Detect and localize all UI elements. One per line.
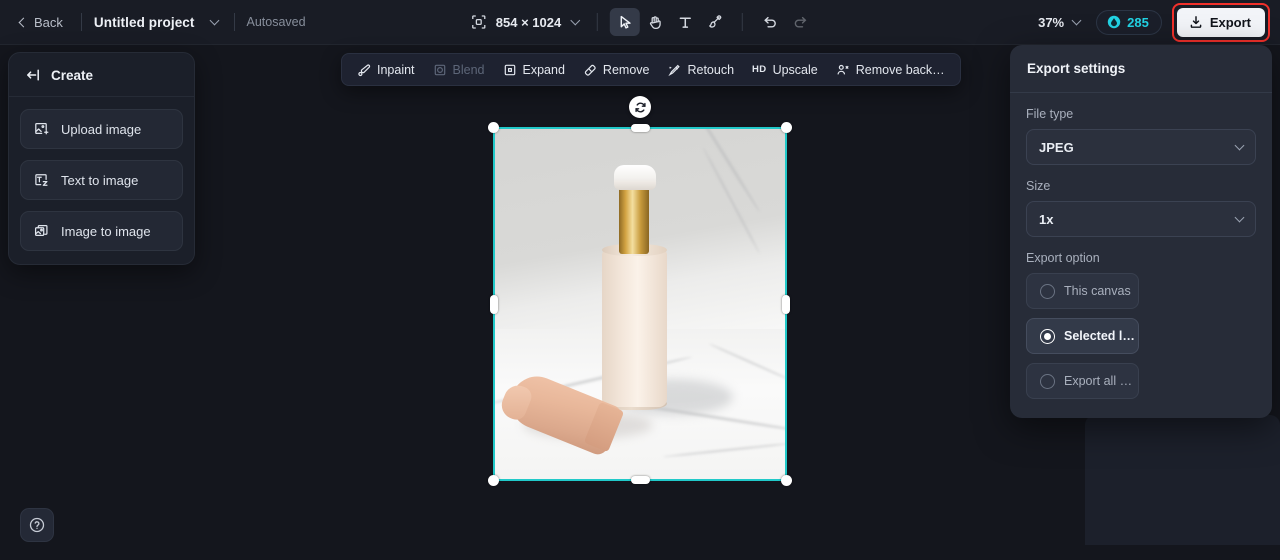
canvas-size-value: 854 × 1024 — [495, 14, 562, 30]
autosave-status: Autosaved — [246, 15, 306, 29]
radio-icon — [1040, 373, 1055, 389]
image-to-image-button[interactable]: Image to image — [20, 211, 183, 251]
text-to-image-icon — [33, 172, 49, 188]
export-option-this-canvas[interactable]: This canvas — [1026, 273, 1139, 309]
help-button[interactable] — [20, 508, 54, 542]
resize-handle-top-right[interactable] — [781, 122, 792, 133]
divider — [597, 13, 599, 31]
bottle-pump-lip — [614, 181, 656, 190]
export-option-label-2: Export all … — [1064, 374, 1133, 388]
export-settings-panel: Export settings File type JPEG Size 1x E… — [1010, 45, 1272, 418]
back-label: Back — [34, 14, 63, 30]
resize-handle-top[interactable] — [630, 124, 650, 132]
top-bar-left: Back Untitled project Autosaved — [0, 11, 306, 34]
top-bar-tools: 854 × 1024 — [465, 0, 815, 45]
brush-tool[interactable] — [700, 8, 730, 36]
create-panel-body: Upload image Text to image Image to imag… — [9, 97, 194, 264]
hand-icon — [647, 14, 664, 31]
export-option-group: This canvas Selected l… Export all … — [1026, 273, 1256, 399]
chevron-down-icon — [1234, 212, 1245, 223]
export-option-export-all[interactable]: Export all … — [1026, 363, 1139, 399]
divider — [742, 13, 744, 31]
canvas-size-icon — [471, 14, 487, 30]
divider — [233, 13, 235, 31]
resize-handle-left[interactable] — [490, 294, 498, 314]
radio-selected-icon — [1040, 328, 1055, 344]
create-panel: Create Upload image Text to image Image … — [8, 52, 195, 265]
project-menu-button[interactable] — [207, 13, 222, 31]
file-type-label: File type — [1026, 107, 1074, 121]
chevron-down-icon — [1071, 15, 1082, 26]
export-settings-title: Export settings — [1027, 61, 1126, 76]
credits-count: 285 — [1127, 14, 1149, 30]
help-circle-icon — [28, 516, 46, 534]
select-tool[interactable] — [610, 8, 641, 36]
export-highlight: Export — [1171, 2, 1270, 42]
upload-image-label: Upload image — [61, 121, 142, 137]
rotate-handle[interactable] — [629, 96, 651, 118]
text-tool[interactable] — [670, 8, 700, 36]
export-settings-body: File type JPEG Size 1x Export option Thi… — [1010, 93, 1272, 418]
zoom-level: 37% — [1038, 14, 1065, 30]
resize-handle-right[interactable] — [782, 294, 790, 314]
bottle-body — [602, 249, 667, 407]
artwork-image — [495, 129, 785, 479]
canvas-stage[interactable] — [195, 45, 1010, 560]
top-bar: Back Untitled project Autosaved 854 × 10… — [0, 0, 1280, 45]
download-icon — [1189, 15, 1203, 29]
undo-button[interactable] — [755, 8, 785, 36]
upload-image-button[interactable]: Upload image — [20, 109, 183, 149]
right-side-panel — [1085, 415, 1280, 545]
chevron-down-icon — [209, 15, 219, 26]
cursor-icon — [617, 14, 634, 31]
top-bar-right: 37% 285 Export — [1032, 2, 1270, 42]
image-to-image-label: Image to image — [61, 223, 151, 239]
export-label: Export — [1209, 14, 1251, 30]
size-select[interactable]: 1x — [1026, 201, 1256, 237]
file-type-select[interactable]: JPEG — [1026, 129, 1256, 165]
export-settings-header: Export settings — [1010, 45, 1272, 93]
upload-image-icon — [33, 121, 49, 137]
collapse-panel-icon — [25, 67, 41, 83]
resize-handle-bottom[interactable] — [630, 476, 650, 484]
create-panel-header[interactable]: Create — [9, 53, 194, 97]
size-value: 1x — [1039, 211, 1054, 227]
export-option-label-1: Selected l… — [1064, 329, 1135, 343]
radio-icon — [1040, 283, 1055, 299]
divider — [80, 13, 82, 31]
resize-handle-top-left[interactable] — [488, 122, 499, 133]
chevron-down-icon — [570, 15, 581, 26]
text-to-image-label: Text to image — [61, 172, 139, 188]
text-to-image-button[interactable]: Text to image — [20, 160, 183, 200]
credits-badge[interactable]: 285 — [1096, 9, 1162, 35]
zoom-control[interactable]: 37% — [1032, 11, 1086, 34]
project-name[interactable]: Untitled project — [94, 15, 195, 30]
resize-handle-bottom-right[interactable] — [781, 475, 792, 486]
bottle-gold-neck — [619, 182, 649, 254]
app-root: Back Untitled project Autosaved 854 × 10… — [0, 0, 1280, 560]
back-button[interactable]: Back — [14, 11, 69, 34]
resize-handle-bottom-left[interactable] — [488, 475, 499, 486]
rotate-icon — [634, 101, 647, 114]
size-label: Size — [1026, 179, 1051, 193]
redo-button[interactable] — [785, 8, 815, 36]
redo-icon — [792, 14, 809, 31]
brush-icon — [707, 14, 724, 31]
selected-image-frame[interactable] — [488, 96, 792, 486]
text-icon — [677, 14, 694, 31]
hand-tool[interactable] — [640, 8, 670, 36]
canvas-size-button[interactable]: 854 × 1024 — [465, 10, 585, 34]
export-button[interactable]: Export — [1176, 7, 1265, 37]
export-option-label-0: This canvas — [1064, 284, 1131, 298]
export-option-selected-layer[interactable]: Selected l… — [1026, 318, 1139, 354]
undo-icon — [762, 14, 779, 31]
export-option-label: Export option — [1026, 251, 1100, 265]
chevron-left-icon — [18, 17, 29, 27]
credit-drop-icon — [1107, 15, 1121, 29]
create-panel-title: Create — [51, 67, 94, 83]
chevron-down-icon — [1234, 140, 1245, 151]
file-type-value: JPEG — [1039, 139, 1074, 155]
image-to-image-icon — [33, 223, 49, 239]
